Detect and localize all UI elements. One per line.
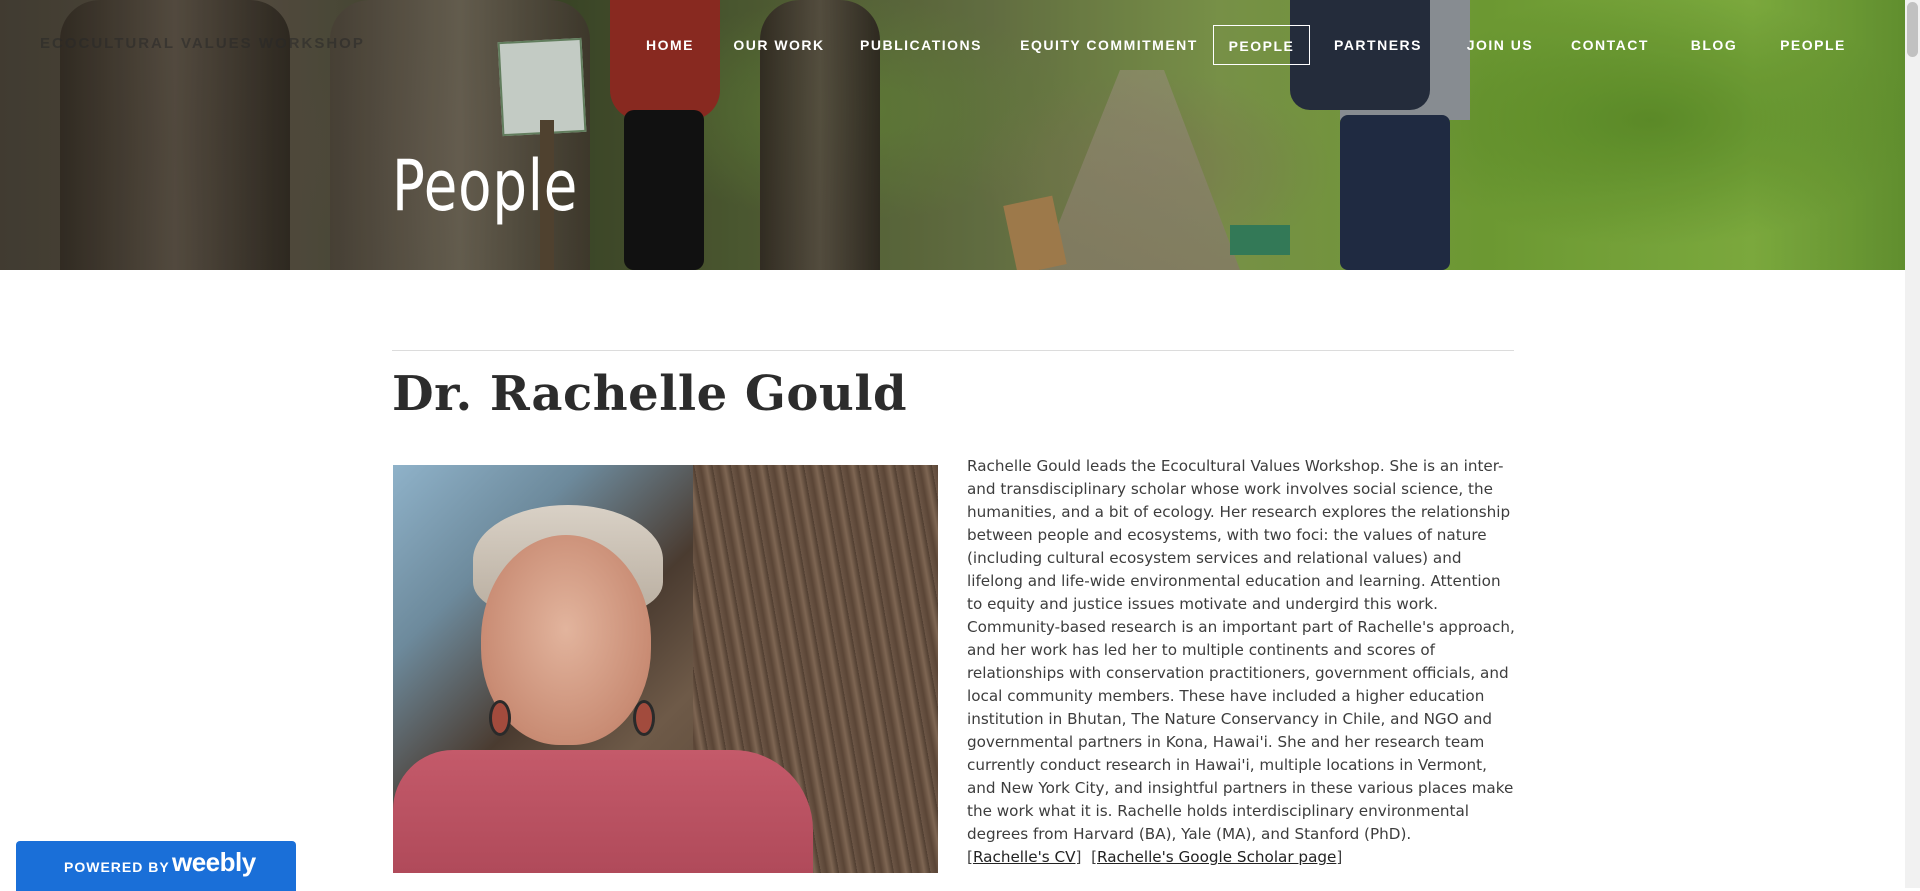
bio-paragraph: Rachelle Gould leads the Ecocultural Val… [967, 457, 1515, 843]
nav-people[interactable]: PEOPLE [1213, 25, 1310, 65]
weebly-logo: weebly [172, 847, 256, 877]
nav-our-work[interactable]: OUR WORK [728, 25, 830, 65]
profile-bio: Rachelle Gould leads the Ecocultural Val… [967, 455, 1515, 869]
hero-banner: ECOCULTURAL VALUES WORKSHOP HOME OUR WOR… [0, 0, 1905, 270]
scrollbar-thumb[interactable] [1907, 2, 1918, 57]
nav-join-us[interactable]: JOIN US [1460, 25, 1540, 65]
profile-name-heading: Dr. Rachelle Gould [392, 366, 908, 422]
page-title: People [392, 144, 579, 227]
nav-publications[interactable]: PUBLICATIONS [856, 25, 986, 65]
weebly-badge[interactable]: POWERED BY weebly [16, 841, 296, 891]
google-scholar-link[interactable]: Rachelle's Google Scholar page [1097, 848, 1336, 866]
earring-image [489, 700, 511, 736]
nav-blog[interactable]: BLOG [1684, 25, 1744, 65]
page-scrollbar[interactable] [1905, 0, 1920, 888]
jacket-image [393, 750, 813, 873]
profile-photo [393, 465, 938, 873]
nav-contact[interactable]: CONTACT [1568, 25, 1652, 65]
bio-links: [Rachelle's CV] [Rachelle's Google Schol… [967, 848, 1343, 866]
powered-by-label: POWERED BY [64, 859, 170, 875]
nav-equity-commitment[interactable]: EQUITY COMMITMENT [1014, 25, 1204, 65]
cv-link[interactable]: Rachelle's CV [973, 848, 1076, 866]
nav-partners[interactable]: PARTNERS [1330, 25, 1426, 65]
nav-people-2[interactable]: PEOPLE [1772, 25, 1854, 65]
main-nav: HOME OUR WORK PUBLICATIONS EQUITY COMMIT… [0, 25, 1905, 65]
section-divider [392, 350, 1514, 351]
earring-image [633, 700, 655, 736]
nav-home[interactable]: HOME [630, 25, 710, 65]
